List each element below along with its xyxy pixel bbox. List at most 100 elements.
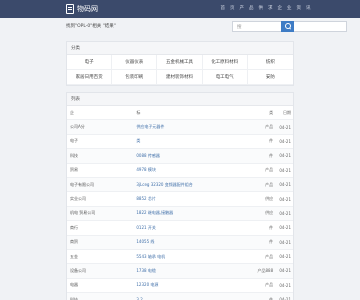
category-link[interactable]: 电工电气 bbox=[202, 70, 248, 85]
listing-panel-title: 列表 bbox=[67, 93, 293, 106]
table-row[interactable]: 五金 5543 轴承 电机 产品 04-21 bbox=[67, 250, 293, 265]
row-entity[interactable]: 商贸 bbox=[67, 239, 136, 245]
row-title[interactable]: 4978 模块 bbox=[136, 167, 251, 173]
category-link[interactable]: 仪器仪表 bbox=[112, 55, 158, 70]
row-entity[interactable]: 设备公司 bbox=[67, 268, 136, 274]
row-entity[interactable]: 电器 bbox=[67, 282, 136, 288]
row-type: 供应 bbox=[265, 210, 274, 216]
row-entity[interactable]: 贸易 bbox=[67, 167, 136, 173]
category-link[interactable]: 建材装饰材料 bbox=[157, 70, 203, 85]
nav-item[interactable]: 页 bbox=[228, 3, 238, 15]
row-title[interactable]: 1822 继电器,接触器 bbox=[136, 210, 251, 216]
row-date: 04-21 bbox=[279, 196, 291, 202]
column-header-entity: 企 bbox=[70, 109, 74, 115]
row-entity[interactable]: 机电 贸易公司 bbox=[67, 210, 136, 216]
row-type: 供应 bbox=[265, 196, 274, 202]
row-type: 件 bbox=[269, 224, 274, 230]
brand[interactable]: 物码网 bbox=[66, 3, 98, 15]
row-type: 产品 bbox=[265, 181, 274, 187]
row-type: 产品 bbox=[265, 282, 274, 288]
row-entity[interactable]: 电子 bbox=[67, 138, 136, 144]
row-title[interactable]: 5543 轴承 电机 bbox=[136, 254, 251, 260]
category-link[interactable]: 安防 bbox=[247, 70, 293, 85]
row-entity[interactable]: 实业公司 bbox=[67, 196, 136, 202]
table-row[interactable]: 实业公司 8852 芯片 供应 04-21 bbox=[67, 192, 293, 207]
row-type: 产品 bbox=[265, 167, 274, 173]
row-date: 04-21 bbox=[279, 254, 291, 260]
row-title[interactable]: 0088 传感器 bbox=[136, 153, 251, 159]
row-date: 04-21 bbox=[279, 182, 291, 188]
nav-item[interactable]: 资 bbox=[294, 3, 304, 15]
row-date: 04-21 bbox=[279, 124, 291, 130]
category-link[interactable]: 电子 bbox=[67, 55, 113, 70]
table-row[interactable]: 科技 0088 传感器 件 04-21 bbox=[67, 149, 293, 164]
nav-item[interactable]: 产 bbox=[237, 3, 247, 15]
row-title[interactable]: 1738 电缆 bbox=[136, 268, 251, 274]
table-row[interactable]: 公司A分 供应电子元器件 产品 04-21 bbox=[67, 120, 293, 135]
row-title[interactable]: 0121 开关 bbox=[136, 225, 251, 231]
row-title[interactable]: 8852 芯片 bbox=[136, 196, 251, 202]
table-row[interactable]: 商贸 14055 线 件 04-21 bbox=[67, 235, 293, 250]
category-panel-title: 分类 bbox=[67, 42, 293, 55]
row-title[interactable]: 类 bbox=[136, 138, 251, 144]
row-type: 产品 bbox=[265, 253, 274, 259]
table-row[interactable]: 设备公司 1738 电缆 产品888 04-21 bbox=[67, 264, 293, 279]
row-entity[interactable]: 公司A分 bbox=[67, 124, 136, 130]
table-row[interactable]: 电器 12320 电源 产品 04-21 bbox=[67, 279, 293, 294]
category-link[interactable]: 五金机械工具 bbox=[157, 55, 203, 70]
row-date: 04-21 bbox=[279, 239, 291, 245]
row-entity[interactable]: 商行 bbox=[67, 225, 136, 231]
row-date: 04-21 bbox=[279, 167, 291, 173]
category-panel: 分类 电子 仪器仪表 五金机械工具 化工原料材料 纺织 家居日用百货 包装印刷 … bbox=[66, 41, 294, 86]
category-link[interactable]: 包装印刷 bbox=[112, 70, 158, 85]
column-header-title: 标 bbox=[136, 109, 141, 115]
row-entity[interactable]: 五金 bbox=[67, 254, 136, 260]
category-link[interactable]: 家居日用百货 bbox=[67, 70, 113, 85]
column-header-date: 日期 bbox=[283, 109, 291, 115]
table-row[interactable]: 机电 贸易公司 1822 继电器,接触器 供应 04-21 bbox=[67, 206, 293, 222]
table-header: 企 标 类 日期 bbox=[67, 106, 293, 121]
logo-icon bbox=[66, 4, 74, 14]
table-body: 公司A分 供应电子元器件 产品 04-21 电子类件 04-21 科技 0088 传感器件 04… bbox=[67, 120, 293, 300]
category-link[interactable]: 纺织 bbox=[247, 55, 293, 70]
row-type: 产品 bbox=[265, 124, 274, 130]
row-date: 04-21 bbox=[279, 282, 291, 288]
nav-item[interactable]: 品 bbox=[247, 3, 257, 15]
search-result-hint: 找到"OPL-0"相关 "结果" bbox=[66, 24, 116, 29]
listing-panel: 列表 企 标 类 日期 公司A分 供应电子元器件 产品 04-21 电子类件 04-21 科… bbox=[66, 92, 294, 300]
row-title[interactable]: 3jLceg 32320 变频器配件组合 bbox=[136, 182, 251, 188]
category-link[interactable]: 化工原料材料 bbox=[202, 55, 248, 70]
search-button[interactable] bbox=[281, 21, 294, 32]
row-entity[interactable]: 电子有限公司 bbox=[67, 182, 136, 188]
row-title[interactable]: 供应电子元器件 bbox=[136, 124, 251, 130]
row-entity[interactable]: 科技 bbox=[67, 153, 136, 159]
top-bar: 物码网 首 页 产 品 供 求 企 业 资 讯 bbox=[0, 0, 360, 18]
nav-item[interactable]: 求 bbox=[266, 3, 276, 15]
table-row[interactable]: 贸易 4978 模块 产品 04-21 bbox=[67, 164, 293, 178]
brand-name: 物码网 bbox=[77, 5, 98, 13]
row-date: 04-21 bbox=[279, 225, 291, 231]
row-date: 04-21 bbox=[279, 153, 291, 159]
row-date: 04-21 bbox=[279, 268, 291, 274]
row-type: 件 bbox=[269, 138, 274, 144]
row-date: 04-21 bbox=[279, 138, 291, 144]
nav-item[interactable]: 业 bbox=[285, 3, 295, 15]
nav-item[interactable]: 首 bbox=[218, 3, 228, 15]
column-header-type: 类 bbox=[269, 109, 274, 115]
row-type: 件 bbox=[269, 152, 274, 158]
table-row[interactable]: 科技 3 2 件 04-21 bbox=[67, 293, 293, 300]
row-type: 件 bbox=[269, 239, 274, 245]
table-row[interactable]: 商行 0121 开关 件 04-21 bbox=[67, 221, 293, 236]
table-row[interactable]: 电子类 件 04-21 bbox=[67, 135, 293, 150]
row-title[interactable]: 12320 电源 bbox=[136, 282, 251, 288]
main-nav: 首 页 产 品 供 求 企 业 资 讯 bbox=[218, 3, 313, 15]
row-date: 04-21 bbox=[279, 210, 291, 216]
row-type: 产品888 bbox=[257, 267, 274, 273]
search-row: 找到"OPL-0"相关 "结果" bbox=[66, 21, 347, 33]
table-row[interactable]: 电子有限公司 3jLceg 32320 变频器配件组合 产品 04-21 bbox=[67, 177, 293, 193]
nav-item[interactable]: 讯 bbox=[304, 3, 314, 15]
nav-item[interactable]: 供 bbox=[256, 3, 266, 15]
category-grid: 电子 仪器仪表 五金机械工具 化工原料材料 纺织 家居日用百货 包装印刷 建材装… bbox=[67, 55, 293, 85]
nav-item[interactable]: 企 bbox=[275, 3, 285, 15]
row-title[interactable]: 14055 线 bbox=[136, 239, 251, 245]
